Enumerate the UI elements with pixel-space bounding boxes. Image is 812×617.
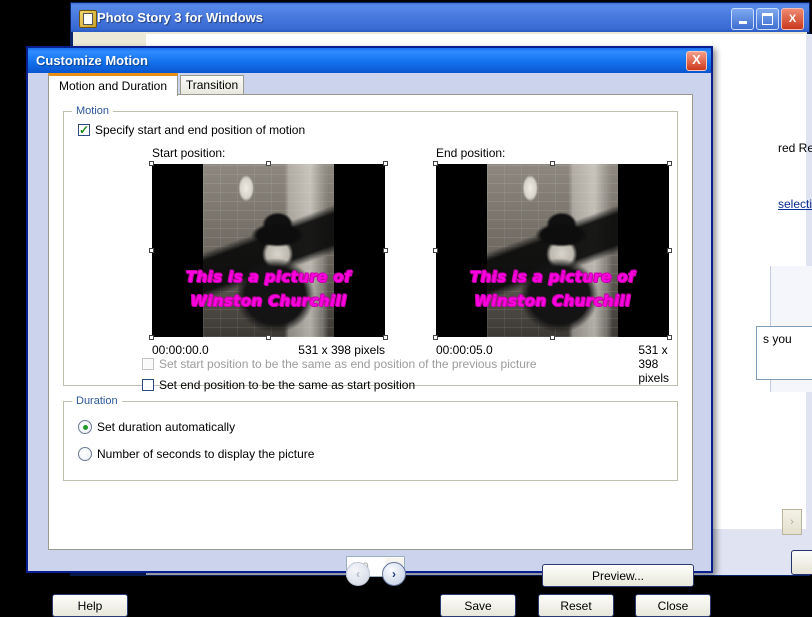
end-time-label: 00:00:05.0 xyxy=(436,343,493,357)
start-overlay-line1: This is a picture of xyxy=(185,267,352,286)
start-size-label: 531 x 398 pixels xyxy=(298,343,385,357)
start-position-caption: Start position: xyxy=(152,146,226,160)
parent-titlebar: Photo Story 3 for Windows X xyxy=(70,2,810,32)
check-icon: ✓ xyxy=(78,123,90,137)
close-dialog-button[interactable]: Close xyxy=(635,594,711,617)
resize-handle-n[interactable] xyxy=(266,161,271,166)
panel-expander-button[interactable]: › xyxy=(782,509,802,535)
resize-handle-nw[interactable] xyxy=(149,161,154,166)
same-as-previous-label: Set start position to be the same as end… xyxy=(159,357,537,371)
narration-textarea[interactable]: s you ▲ ▼ xyxy=(756,326,812,380)
parent-help-link[interactable]: selecting xyxy=(778,197,812,211)
dialog-titlebar: Customize Motion X xyxy=(28,48,711,73)
start-photo: This is a picture of Winston Churchill xyxy=(152,164,385,337)
resize-handle-e[interactable] xyxy=(383,248,388,253)
end-position-caption: End position: xyxy=(436,146,506,160)
resize-handle-w[interactable] xyxy=(433,248,438,253)
start-overlay-line2: Winston Churchill xyxy=(190,291,347,310)
screen: red Record narrate by selecting s you ▲ … xyxy=(0,0,812,617)
resize-handle-s[interactable] xyxy=(266,335,271,340)
specify-position-checkbox[interactable]: ✓ xyxy=(78,124,90,136)
minimize-button[interactable] xyxy=(731,8,754,30)
duration-group-legend: Duration xyxy=(72,395,122,407)
radio-dot-icon xyxy=(82,424,88,430)
dialog-close-button[interactable]: X xyxy=(686,51,707,71)
dialog-title: Customize Motion xyxy=(36,53,148,68)
resize-handle-se[interactable] xyxy=(667,335,672,340)
end-overlay-line2: Winston Churchill xyxy=(474,291,631,310)
tabstrip: Motion and Duration Transition xyxy=(28,73,711,96)
manual-duration-row[interactable]: Number of seconds to display the picture xyxy=(78,447,314,461)
tab-panel-motion-and-duration: Motion ✓ Specify start and end position … xyxy=(48,94,693,577)
close-button[interactable]: X xyxy=(781,8,804,30)
reset-button[interactable]: Reset xyxy=(538,594,614,617)
end-same-as-start-checkbox[interactable] xyxy=(142,379,154,391)
duration-groupbox: Duration Set duration automatically Numb… xyxy=(63,395,678,481)
end-overlay-line1: This is a picture of xyxy=(469,267,636,286)
same-as-previous-row: Set start position to be the same as end… xyxy=(142,357,537,371)
tab-motion-and-duration[interactable]: Motion and Duration xyxy=(48,73,178,96)
specify-position-label: Specify start and end position of motion xyxy=(95,123,306,137)
motion-group-legend: Motion xyxy=(72,105,114,117)
resize-handle-se[interactable] xyxy=(383,335,388,340)
resize-handle-ne[interactable] xyxy=(667,161,672,166)
end-photo: This is a picture of Winston Churchill xyxy=(436,164,669,337)
resize-handle-e[interactable] xyxy=(667,248,672,253)
end-photo-image xyxy=(487,164,618,337)
manual-duration-radio[interactable] xyxy=(78,447,92,461)
previous-picture-button[interactable]: ‹ xyxy=(346,562,370,586)
resize-handle-nw[interactable] xyxy=(433,161,438,166)
application-icon xyxy=(79,10,97,28)
start-time-label: 00:00:00.0 xyxy=(152,343,209,357)
start-position-preview[interactable]: This is a picture of Winston Churchill xyxy=(149,161,388,340)
auto-duration-label: Set duration automatically xyxy=(97,420,236,434)
same-as-previous-checkbox xyxy=(142,358,154,370)
resize-handle-sw[interactable] xyxy=(433,335,438,340)
help-button[interactable]: Help xyxy=(52,594,128,617)
specify-position-row[interactable]: ✓ Specify start and end position of moti… xyxy=(78,123,305,137)
resize-handle-w[interactable] xyxy=(149,248,154,253)
preview-button[interactable]: Preview... xyxy=(542,564,694,587)
auto-duration-radio[interactable] xyxy=(78,420,92,434)
narration-textarea-text: s you xyxy=(763,332,792,346)
auto-duration-row[interactable]: Set duration automatically xyxy=(78,420,235,434)
parent-instruction-text: red Record narrate by xyxy=(778,141,812,155)
motion-groupbox: Motion ✓ Specify start and end position … xyxy=(63,105,678,392)
next-picture-button[interactable]: › xyxy=(382,562,406,586)
tab-transition[interactable]: Transition xyxy=(180,75,244,94)
window-controls: X xyxy=(731,8,804,30)
resize-handle-n[interactable] xyxy=(550,161,555,166)
resize-handle-ne[interactable] xyxy=(383,161,388,166)
maximize-button[interactable] xyxy=(756,8,779,30)
manual-duration-label: Number of seconds to display the picture xyxy=(97,447,315,461)
end-size-label: 531 x 398 pixels xyxy=(638,343,669,385)
end-same-as-start-row[interactable]: Set end position to be the same as start… xyxy=(142,378,415,392)
end-position-preview[interactable]: This is a picture of Winston Churchill xyxy=(433,161,672,340)
parent-window-title: Photo Story 3 for Windows xyxy=(97,10,263,25)
start-photo-image xyxy=(203,164,334,337)
save-button[interactable]: Save xyxy=(440,594,516,617)
customize-motion-dialog: Customize Motion X Motion and Duration T… xyxy=(26,46,713,617)
resize-handle-sw[interactable] xyxy=(149,335,154,340)
parent-cancel-button[interactable]: Cancel xyxy=(791,550,812,575)
end-same-as-start-label: Set end position to be the same as start… xyxy=(159,378,416,392)
resize-handle-s[interactable] xyxy=(550,335,555,340)
